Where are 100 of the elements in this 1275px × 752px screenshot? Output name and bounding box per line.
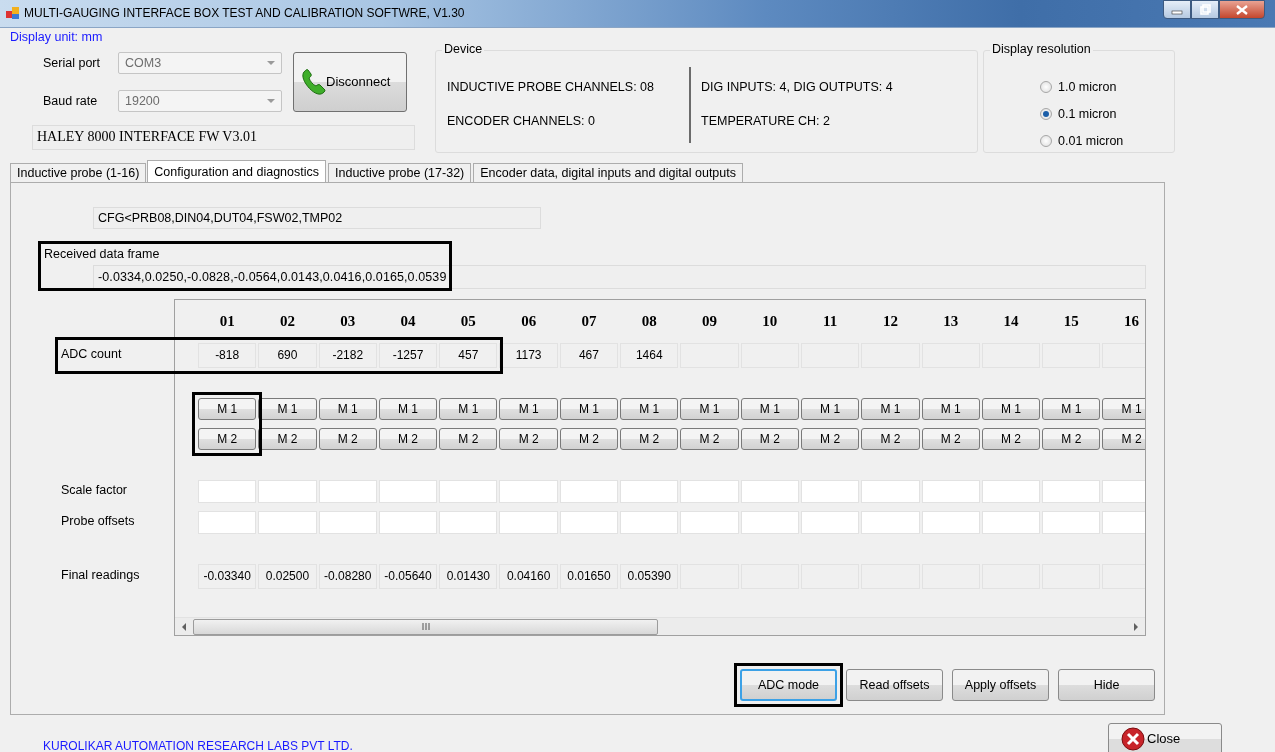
memory-button[interactable]: M 1	[499, 398, 558, 420]
column-header: 11	[822, 312, 839, 331]
action-button[interactable]: ADC mode	[740, 669, 837, 701]
memory-button[interactable]: M 1	[800, 398, 860, 420]
radio-button[interactable]	[1040, 108, 1052, 120]
action-button[interactable]: Hide	[1058, 669, 1155, 701]
memory-button[interactable]: M 1	[620, 398, 679, 420]
input-field[interactable]	[439, 480, 498, 503]
memory-button[interactable]: M 1	[198, 398, 257, 420]
memory-button[interactable]: M 2	[258, 428, 317, 450]
memory-button[interactable]: M 1	[981, 398, 1041, 420]
firmware-field: HALEY 8000 INTERFACE FW V3.01	[32, 125, 415, 150]
memory-button[interactable]: M 2	[378, 428, 438, 450]
readout-cell: 1464	[620, 343, 679, 368]
action-button[interactable]: Read offsets	[846, 669, 943, 701]
restore-button[interactable]	[1191, 0, 1219, 19]
column-header: 03	[339, 312, 357, 331]
readout-cell: 1173	[499, 343, 558, 368]
readout-cell: 467	[559, 343, 619, 368]
input-field[interactable]	[439, 511, 498, 534]
input-field[interactable]	[559, 480, 619, 503]
device-info: INDUCTIVE PROBE CHANNELS: 08	[447, 80, 655, 95]
memory-button[interactable]: M 2	[439, 428, 498, 450]
memory-button[interactable]: M 1	[439, 398, 498, 420]
radio-label: 0.01 micron	[1058, 133, 1124, 149]
column-header: 10	[761, 312, 779, 331]
tab[interactable]: Inductive probe (17-32)	[328, 163, 472, 182]
row-label: Scale factor	[61, 483, 127, 498]
input-field[interactable]	[861, 480, 920, 503]
input-field[interactable]	[861, 511, 920, 534]
input-field[interactable]	[740, 511, 799, 534]
column-header: 15	[1062, 312, 1080, 331]
input-field[interactable]	[921, 511, 980, 534]
config-field: CFG<PRB08,DIN04,DUT04,FSW02,TMP02	[93, 207, 541, 229]
input-field[interactable]	[1042, 480, 1101, 503]
memory-button[interactable]: M 1	[1102, 398, 1145, 420]
input-field[interactable]	[981, 511, 1041, 534]
tab[interactable]: Inductive probe (1-16)	[10, 163, 147, 182]
scroll-thumb[interactable]	[193, 618, 658, 635]
memory-button[interactable]: M 2	[559, 428, 619, 450]
close-button[interactable]: Close	[1108, 723, 1222, 752]
memory-button[interactable]: M 2	[620, 428, 679, 450]
restore-icon	[1199, 4, 1211, 15]
memory-button[interactable]: M 1	[258, 398, 317, 420]
radio-button[interactable]	[1040, 135, 1052, 147]
readout-cell: 690	[258, 343, 317, 368]
memory-button[interactable]: M 1	[861, 398, 920, 420]
input-field[interactable]	[258, 480, 317, 503]
input-field[interactable]	[499, 480, 558, 503]
memory-button[interactable]: M 2	[499, 428, 558, 450]
close-window-button[interactable]	[1219, 0, 1265, 19]
input-field[interactable]	[378, 480, 438, 503]
input-field[interactable]	[318, 511, 377, 534]
input-field[interactable]	[1102, 511, 1145, 534]
input-field[interactable]	[680, 480, 739, 503]
row-label: ADC count	[61, 347, 122, 362]
memory-button[interactable]: M 1	[378, 398, 438, 420]
disconnect-button[interactable]: Disconnect	[293, 52, 407, 112]
memory-button[interactable]: M 2	[740, 428, 799, 450]
phone-icon	[300, 68, 326, 96]
memory-button[interactable]: M 1	[921, 398, 980, 420]
input-field[interactable]	[258, 511, 317, 534]
input-field[interactable]	[620, 511, 679, 534]
input-field[interactable]	[620, 480, 679, 503]
input-field[interactable]	[198, 480, 257, 503]
input-field[interactable]	[499, 511, 558, 534]
memory-button[interactable]: M 1	[559, 398, 619, 420]
memory-button[interactable]: M 2	[1102, 428, 1145, 450]
input-field[interactable]	[318, 480, 377, 503]
memory-button[interactable]: M 2	[921, 428, 980, 450]
input-field[interactable]	[680, 511, 739, 534]
memory-button[interactable]: M 2	[861, 428, 920, 450]
memory-button[interactable]: M 2	[318, 428, 377, 450]
input-field[interactable]	[740, 480, 799, 503]
memory-button[interactable]: M 2	[680, 428, 739, 450]
memory-button[interactable]: M 2	[800, 428, 860, 450]
action-button[interactable]: Apply offsets	[952, 669, 1049, 701]
memory-button[interactable]: M 1	[680, 398, 739, 420]
memory-button[interactable]: M 1	[318, 398, 377, 420]
tab[interactable]: Configuration and diagnostics	[147, 160, 326, 182]
memory-button[interactable]: M 2	[198, 428, 257, 450]
device-info: TEMPERATURE CH: 2	[701, 114, 831, 129]
input-field[interactable]	[921, 480, 980, 503]
input-field[interactable]	[981, 480, 1041, 503]
input-field[interactable]	[1102, 480, 1145, 503]
tab[interactable]: Encoder data, digital inputs and digital outputs	[473, 163, 743, 182]
input-field[interactable]	[378, 511, 438, 534]
minimize-button[interactable]	[1163, 0, 1191, 19]
radio-button[interactable]	[1040, 81, 1052, 93]
memory-button[interactable]: M 1	[1042, 398, 1101, 420]
readout-cell	[1102, 564, 1145, 589]
memory-button[interactable]: M 2	[981, 428, 1041, 450]
memory-button[interactable]: M 1	[740, 398, 799, 420]
input-field[interactable]	[800, 480, 860, 503]
input-field[interactable]	[198, 511, 257, 534]
input-field[interactable]	[559, 511, 619, 534]
grip-icon	[421, 623, 430, 630]
input-field[interactable]	[800, 511, 860, 534]
memory-button[interactable]: M 2	[1042, 428, 1101, 450]
input-field[interactable]	[1042, 511, 1101, 534]
